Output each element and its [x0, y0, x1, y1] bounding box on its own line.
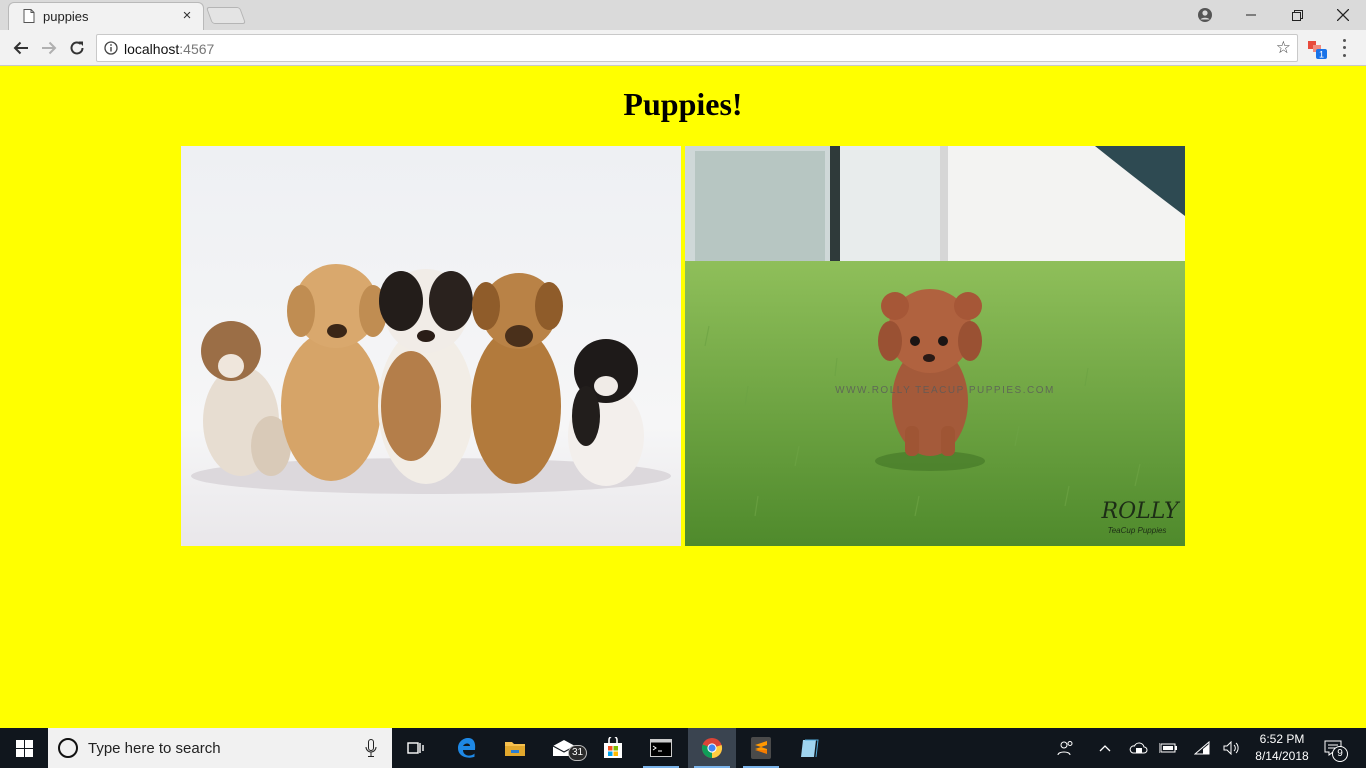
url-port: :4567 — [179, 41, 215, 57]
task-view-button[interactable] — [392, 728, 440, 768]
chevron-up-icon — [1099, 745, 1111, 752]
windows-logo-icon — [15, 739, 33, 757]
photo-watermark: WWW.ROLLY TEACUP PUPPIES.COM — [835, 385, 1055, 396]
page-content: Puppies! WWW.ROLLY TEACUP PUPPIES.COM RO… — [0, 66, 1366, 728]
restore-button[interactable] — [1274, 0, 1320, 30]
bookmark-star-icon[interactable]: ☆ — [1276, 39, 1291, 57]
close-window-button[interactable] — [1320, 0, 1366, 30]
page-icon — [23, 9, 35, 23]
speaker-icon — [1223, 741, 1239, 755]
tab-close-icon[interactable]: × — [179, 7, 195, 25]
forward-arrow-icon — [42, 41, 57, 55]
minimize-icon — [1246, 14, 1256, 16]
url-text: localhost:4567 — [124, 41, 214, 57]
sublime-text-app[interactable] — [737, 728, 785, 768]
edge-icon — [458, 738, 476, 758]
tab-title: puppies — [43, 9, 89, 24]
store-icon — [604, 737, 622, 758]
minimize-button[interactable] — [1228, 0, 1274, 30]
sublime-icon — [751, 737, 771, 759]
new-tab-button[interactable] — [205, 7, 247, 24]
info-icon[interactable] — [104, 41, 118, 55]
reload-button[interactable] — [65, 36, 89, 60]
edge-app[interactable] — [443, 728, 491, 768]
people-icon — [1057, 741, 1073, 756]
volume-button[interactable] — [1219, 728, 1245, 768]
wifi-icon — [1194, 741, 1210, 755]
browser-toolbar: localhost:4567 ☆ 1 — [0, 30, 1366, 66]
people-button[interactable] — [1053, 728, 1079, 768]
extension-icon[interactable]: 1 — [1306, 38, 1328, 60]
taskbar-clock[interactable]: 6:52 PM 8/14/2018 — [1248, 731, 1316, 765]
show-hidden-icons-button[interactable] — [1092, 728, 1118, 768]
close-icon — [1337, 9, 1349, 21]
microphone-icon[interactable] — [365, 739, 377, 757]
restore-icon — [1291, 9, 1303, 21]
notepad-icon — [801, 739, 819, 758]
five-puppies-photo — [181, 146, 681, 546]
search-placeholder: Type here to search — [88, 740, 221, 757]
browser-titlebar: puppies × — [0, 0, 1366, 30]
browser-menu-icon[interactable] — [1336, 37, 1352, 59]
url-host: localhost — [124, 41, 180, 57]
reload-icon — [70, 41, 84, 55]
chrome-app[interactable] — [688, 728, 736, 768]
back-button[interactable] — [9, 36, 33, 60]
clock-time: 6:52 PM — [1259, 732, 1305, 746]
rolly-logo-text: ROLLY — [1101, 499, 1181, 524]
battery-icon — [1159, 743, 1177, 753]
mail-unread-badge: 31 — [568, 745, 588, 761]
taskbar-search-box[interactable]: Type here to search — [48, 728, 392, 768]
cortana-icon — [58, 738, 78, 758]
page-heading: Puppies! — [623, 86, 743, 122]
profile-icon[interactable] — [1196, 6, 1214, 24]
forward-button[interactable] — [37, 36, 61, 60]
folder-icon — [505, 742, 525, 756]
cloud-sync-icon — [1129, 742, 1148, 754]
rolly-logo-subtitle: TeaCup Puppies — [1108, 526, 1167, 535]
browser-tab-puppies[interactable]: puppies × — [8, 2, 204, 30]
notes-app[interactable] — [786, 728, 834, 768]
windows-taskbar: Type here to search 6:52 PM 8/14/2018 — [0, 728, 1366, 768]
file-explorer-app[interactable] — [491, 728, 539, 768]
terminal-icon — [650, 739, 672, 757]
notification-count-badge: 9 — [1332, 746, 1348, 762]
poodle-on-grass-photo: WWW.ROLLY TEACUP PUPPIES.COM ROLLY TeaCu… — [685, 146, 1185, 546]
task-view-icon — [407, 742, 424, 754]
chrome-icon — [701, 738, 723, 759]
start-button[interactable] — [0, 728, 48, 768]
battery-button[interactable] — [1155, 728, 1181, 768]
onedrive-button[interactable] — [1125, 728, 1151, 768]
extension-badge: 1 — [1319, 50, 1324, 60]
command-prompt-app[interactable] — [637, 728, 685, 768]
back-arrow-icon — [13, 41, 28, 55]
address-bar[interactable]: localhost:4567 ☆ — [96, 34, 1298, 62]
clock-date: 8/14/2018 — [1255, 749, 1309, 763]
store-app[interactable] — [589, 728, 637, 768]
wifi-button[interactable] — [1189, 728, 1215, 768]
